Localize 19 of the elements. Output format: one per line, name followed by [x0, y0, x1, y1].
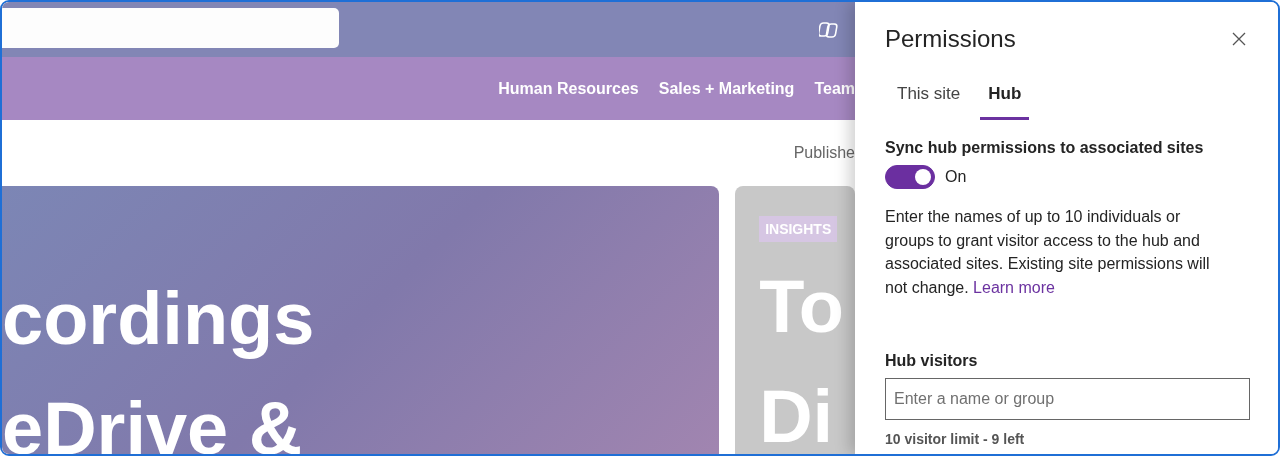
learn-more-link[interactable]: Learn more [973, 278, 1055, 296]
panel-title: Permissions [885, 25, 1016, 53]
copilot-icon[interactable] [819, 19, 839, 40]
nav-link[interactable]: Team [814, 79, 855, 98]
toggle-switch[interactable] [885, 165, 935, 189]
card-headline: cordings [2, 276, 316, 362]
input-field[interactable]: Enter a name or group [885, 378, 1250, 420]
tab[interactable]: This site [889, 76, 969, 120]
tab[interactable]: Hub [980, 76, 1030, 120]
nav-link[interactable]: Human Resources [498, 79, 639, 98]
search-field[interactable] [2, 7, 339, 48]
setting-label: Sync hub permissions to associated sites [885, 139, 1205, 157]
category-tag: INSIGHTS [759, 216, 838, 242]
published-label: Publishe [793, 144, 855, 162]
nav-link[interactable]: Sales + Marketing [658, 79, 795, 98]
toggle-state: On [945, 168, 967, 186]
field-label: Hub visitors [885, 352, 979, 370]
description-text: Enter the names of up to 10 individuals or groups to grant visitor access to the hub and associated sites. Existing site permissions will not change. Learn more [885, 207, 1211, 298]
field-hint: 10 visitor limit - 9 left [885, 431, 1026, 447]
